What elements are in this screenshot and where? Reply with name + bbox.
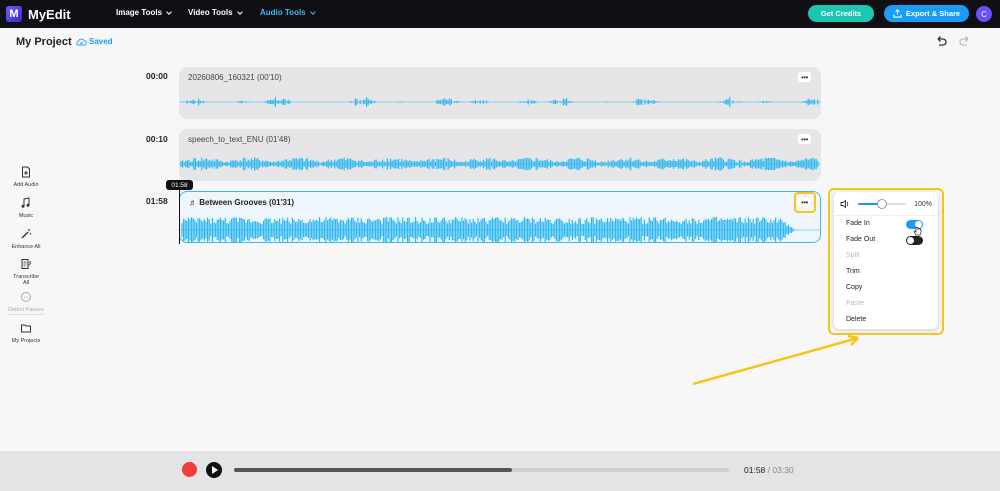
chevron-down-icon: [309, 8, 316, 15]
folder-icon: [21, 324, 31, 333]
playback-progress-fill: [234, 468, 513, 472]
highlight-box-more-button: [794, 192, 816, 213]
sidebar-item-add-audio[interactable]: Add Audio: [4, 166, 48, 188]
logo[interactable]: M MyEdit: [6, 6, 71, 22]
nav-image-tools[interactable]: Image Tools: [116, 8, 172, 17]
chevron-down-icon: [236, 8, 243, 15]
playback-progress-bar[interactable]: [234, 468, 729, 472]
track-start-time: 01:58: [146, 196, 168, 206]
sidebar-item-detect-pauses[interactable]: Detect Pauses: [4, 291, 48, 313]
saved-status: Saved: [76, 37, 113, 46]
get-credits-button[interactable]: Get Credits: [808, 5, 874, 22]
sidebar-item-label: Music: [18, 213, 34, 219]
audio-track-1[interactable]: 20260806_160321 (00'10) •••: [179, 67, 821, 119]
redo-icon[interactable]: [958, 34, 972, 48]
track-start-time: 00:00: [146, 71, 168, 81]
sidebar-item-label: Enhance All: [11, 244, 41, 250]
undo-icon[interactable]: [934, 34, 948, 48]
highlight-box-menu: [828, 188, 944, 335]
export-share-button[interactable]: Export & Share: [884, 5, 969, 22]
sidebar-item-enhance-all[interactable]: Enhance All: [4, 228, 48, 250]
app-name: MyEdit: [28, 6, 71, 22]
cloud-check-icon: [76, 38, 87, 46]
waveform: [179, 96, 821, 108]
track-name: speech_to_text_ENU (01'48): [188, 135, 291, 144]
chevron-down-icon: [166, 8, 172, 15]
myedit-logo-icon: M: [6, 6, 22, 22]
sidebar-item-label: Add Audio: [13, 182, 39, 188]
saved-status-label: Saved: [89, 37, 113, 46]
sidebar-item-label: My Projects: [11, 338, 41, 344]
waveform: [179, 157, 821, 171]
track-start-time: 00:10: [146, 134, 168, 144]
transcribe-icon: [21, 259, 32, 269]
project-title[interactable]: My Project: [16, 36, 72, 48]
pause-detect-icon: [21, 292, 31, 302]
total-time: 03:30: [772, 465, 794, 475]
sidebar-item-label: All: [22, 280, 30, 286]
playback-time: 01:58 / 03:30: [744, 465, 794, 475]
sidebar-divider: [8, 314, 44, 315]
magic-wand-icon: [21, 229, 32, 239]
nav-audio-tools-label: Audio Tools: [260, 8, 306, 17]
avatar[interactable]: C: [976, 6, 992, 22]
track-name: ♬ Between Grooves (01'31): [189, 198, 295, 207]
current-time: 01:58: [744, 465, 766, 475]
playhead-time[interactable]: 01:58: [166, 180, 193, 190]
sidebar-item-my-projects[interactable]: My Projects: [4, 322, 48, 344]
music-icon: [21, 197, 30, 208]
nav-audio-tools[interactable]: Audio Tools: [260, 8, 316, 17]
track-name: 20260806_160321 (00'10): [188, 73, 282, 82]
sidebar-item-label: Detect Pauses: [8, 307, 44, 313]
audio-track-3-selected[interactable]: ♬ Between Grooves (01'31) •••: [179, 191, 821, 243]
export-share-label: Export & Share: [905, 9, 961, 18]
export-icon: [893, 9, 902, 18]
track-more-button[interactable]: •••: [798, 134, 811, 144]
nav-video-tools-label: Video Tools: [188, 8, 233, 17]
record-button[interactable]: [182, 462, 197, 477]
nav-video-tools[interactable]: Video Tools: [188, 8, 243, 17]
audio-track-2[interactable]: speech_to_text_ENU (01'48) •••: [179, 129, 821, 181]
playhead-line[interactable]: [179, 188, 180, 244]
sidebar-item-music[interactable]: Music: [4, 197, 48, 219]
add-audio-icon: [22, 166, 30, 178]
nav-image-tools-label: Image Tools: [116, 8, 163, 17]
top-navbar: M MyEdit Image Tools Video Tools Audio T…: [0, 0, 1000, 28]
track-more-button[interactable]: •••: [798, 72, 811, 82]
play-icon: [212, 466, 218, 474]
annotation-arrow-icon: [692, 334, 859, 386]
sidebar-item-transcribe-all[interactable]: Transcribe All: [4, 258, 48, 286]
waveform: [180, 217, 820, 242]
play-button[interactable]: [206, 462, 222, 478]
